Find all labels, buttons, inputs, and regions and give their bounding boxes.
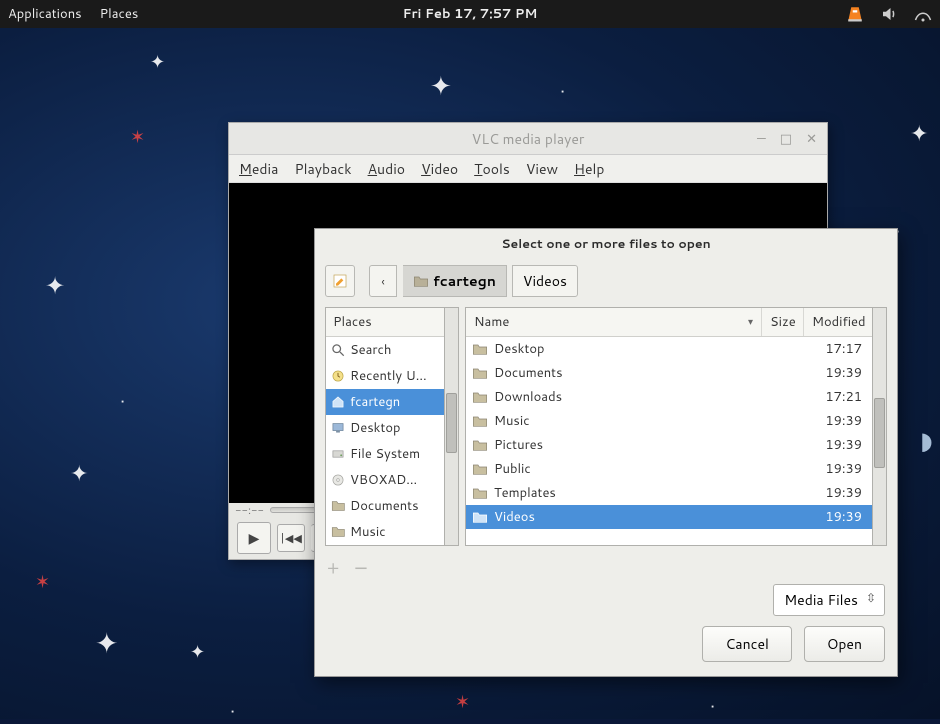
file-row[interactable]: Pictures 19:39 xyxy=(466,433,872,457)
folder-icon xyxy=(472,486,488,500)
file-modified: 19:39 xyxy=(804,364,872,382)
file-name: Videos xyxy=(494,508,535,526)
places-item[interactable]: Recently U... xyxy=(326,363,444,389)
file-modified: 17:21 xyxy=(804,388,872,406)
menu-audio[interactable]: Audio xyxy=(368,159,406,179)
close-icon[interactable]: ✕ xyxy=(806,130,817,148)
file-row[interactable]: Music 19:39 xyxy=(466,409,872,433)
file-type-filter[interactable]: Media Files xyxy=(773,584,885,616)
vlc-titlebar[interactable]: VLC media player — □ ✕ xyxy=(229,123,827,155)
file-row[interactable]: Downloads 17:21 xyxy=(466,385,872,409)
file-scrollbar[interactable] xyxy=(873,307,887,546)
places-item-label: fcartegn xyxy=(350,393,400,411)
open-button[interactable]: Open xyxy=(804,626,885,662)
file-name: Pictures xyxy=(494,436,543,454)
file-row[interactable]: Public 19:39 xyxy=(466,457,872,481)
time-elapsed: --:-- xyxy=(235,502,264,518)
network-icon[interactable] xyxy=(914,5,932,23)
path-back-button[interactable]: ‹ xyxy=(369,265,397,297)
menu-playback[interactable]: Playback xyxy=(294,159,351,179)
places-item[interactable]: fcartegn xyxy=(326,389,444,415)
path-crumb-home[interactable]: fcartegn xyxy=(403,265,507,297)
places-item-label: VBOXAD... xyxy=(350,471,417,489)
menu-media[interactable]: Media xyxy=(239,159,278,179)
places-header: Places xyxy=(326,308,444,337)
places-item[interactable]: Search xyxy=(326,337,444,363)
file-modified: 19:39 xyxy=(804,484,872,502)
file-name: Public xyxy=(494,460,531,478)
folder-icon xyxy=(472,510,488,524)
menu-help[interactable]: Help xyxy=(574,159,604,179)
path-bar: ‹ fcartegn Videos xyxy=(315,261,897,307)
column-size[interactable]: Size xyxy=(762,308,804,336)
file-modified: 19:39 xyxy=(804,508,872,526)
previous-button[interactable]: |◀◀ xyxy=(277,524,305,552)
file-modified: 19:39 xyxy=(804,412,872,430)
file-row[interactable]: Videos 19:39 xyxy=(466,505,872,529)
folder-icon xyxy=(472,390,488,404)
folder-icon xyxy=(472,414,488,428)
file-columns-header: Name ▾ Size Modified xyxy=(466,308,872,337)
panel-clock[interactable]: Fri Feb 17, 7:57 PM xyxy=(403,5,538,23)
places-item-label: Documents xyxy=(350,497,419,515)
places-item[interactable]: Music xyxy=(326,519,444,545)
places-menu[interactable]: Places xyxy=(100,5,139,23)
vlc-window-title: VLC media player xyxy=(472,129,585,149)
file-row[interactable]: Desktop 17:17 xyxy=(466,337,872,361)
cancel-button[interactable]: Cancel xyxy=(702,626,792,662)
vlc-tray-icon[interactable] xyxy=(846,5,864,23)
maximize-icon[interactable]: □ xyxy=(780,130,792,148)
folder-icon xyxy=(472,438,488,452)
minimize-icon[interactable]: — xyxy=(757,130,766,148)
folder-icon xyxy=(472,462,488,476)
play-button[interactable]: ▶ xyxy=(237,522,271,554)
file-name: Templates xyxy=(494,484,556,502)
places-item-label: Search xyxy=(350,341,391,359)
sort-indicator-icon: ▾ xyxy=(748,315,753,329)
file-name: Documents xyxy=(494,364,563,382)
gnome-top-panel: Applications Places Fri Feb 17, 7:57 PM xyxy=(0,0,940,28)
applications-menu[interactable]: Applications xyxy=(8,5,82,23)
places-item-label: File System xyxy=(350,445,420,463)
menu-view[interactable]: View xyxy=(526,159,558,179)
places-sidebar: Places Search Recently U... fcartegn Deskto… xyxy=(325,307,445,546)
remove-bookmark-button[interactable]: − xyxy=(353,554,368,580)
places-item[interactable]: Documents xyxy=(326,493,444,519)
file-modified: 19:39 xyxy=(804,460,872,478)
menu-video[interactable]: Video xyxy=(421,159,458,179)
file-name: Desktop xyxy=(494,340,545,358)
file-name: Music xyxy=(494,412,530,430)
file-open-dialog: Select one or more files to open ‹ fcart… xyxy=(314,228,898,677)
file-row[interactable]: Templates 19:39 xyxy=(466,481,872,505)
folder-icon xyxy=(472,366,488,380)
column-name[interactable]: Name ▾ xyxy=(466,308,762,336)
file-name: Downloads xyxy=(494,388,562,406)
places-item-label: Desktop xyxy=(350,419,401,437)
file-list-pane: Name ▾ Size Modified Desktop 17:17 Documen… xyxy=(465,307,873,546)
column-modified[interactable]: Modified xyxy=(804,308,872,336)
volume-icon[interactable] xyxy=(880,5,898,23)
dialog-title: Select one or more files to open xyxy=(315,229,897,261)
places-item[interactable]: VBOXAD... xyxy=(326,467,444,493)
places-item-label: Music xyxy=(350,523,386,541)
folder-icon xyxy=(472,342,488,356)
places-item[interactable]: File System xyxy=(326,441,444,467)
file-modified: 19:39 xyxy=(804,436,872,454)
places-item-label: Recently U... xyxy=(350,367,427,385)
vlc-menubar: Media Playback Audio Video Tools View He… xyxy=(229,155,827,183)
file-modified: 17:17 xyxy=(804,340,872,358)
places-scrollbar[interactable] xyxy=(445,307,459,546)
add-bookmark-button[interactable]: + xyxy=(327,554,339,580)
edit-path-button[interactable] xyxy=(325,265,355,297)
path-crumb-videos[interactable]: Videos xyxy=(512,265,578,297)
menu-tools[interactable]: Tools xyxy=(474,159,510,179)
file-row[interactable]: Documents 19:39 xyxy=(466,361,872,385)
places-item[interactable]: Desktop xyxy=(326,415,444,441)
